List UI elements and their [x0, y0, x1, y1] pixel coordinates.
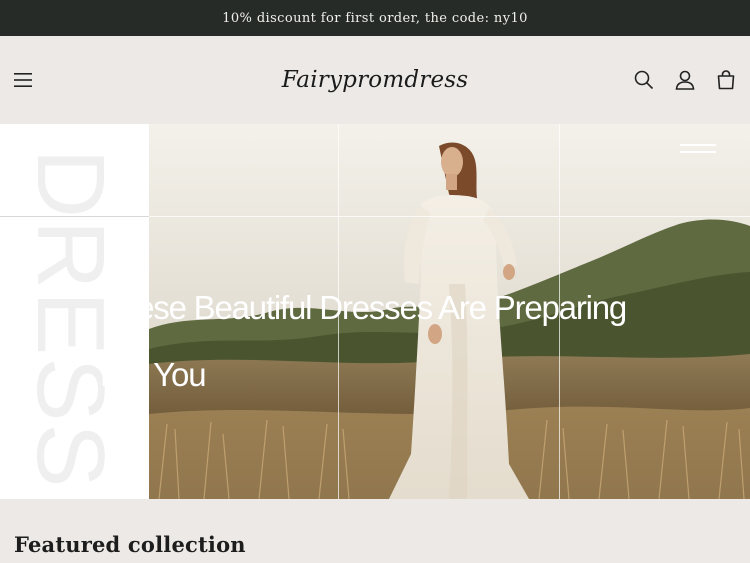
logo-text: Fairypromdress: [281, 67, 469, 93]
hero-divider-line: [0, 216, 149, 217]
hero-headline-line1: These Beautiful Dresses Are Preparing: [100, 289, 627, 326]
account-icon: [675, 70, 695, 90]
cart-icon: [717, 70, 735, 90]
menu-button[interactable]: [9, 66, 37, 94]
announcement-text: 10% discount for first order, the code: …: [222, 10, 528, 26]
account-button[interactable]: [671, 66, 699, 94]
hero-headline: These Beautiful Dresses Are Preparing Fo…: [100, 274, 700, 408]
site-header: Fairypromdress: [0, 36, 750, 124]
hero-banner[interactable]: DRESS These Beautiful Dresses Are Prepar…: [0, 124, 750, 499]
site-logo[interactable]: Fairypromdress: [275, 58, 475, 102]
search-icon: [634, 70, 654, 90]
hero-menu-icon[interactable]: [680, 144, 716, 158]
search-button[interactable]: [630, 66, 658, 94]
section-title: Featured collection: [14, 532, 246, 557]
menu-icon: [14, 73, 32, 87]
announcement-bar: 10% discount for first order, the code: …: [0, 0, 750, 36]
cart-button[interactable]: [712, 66, 740, 94]
hero-headline-line2: For You: [100, 356, 207, 393]
